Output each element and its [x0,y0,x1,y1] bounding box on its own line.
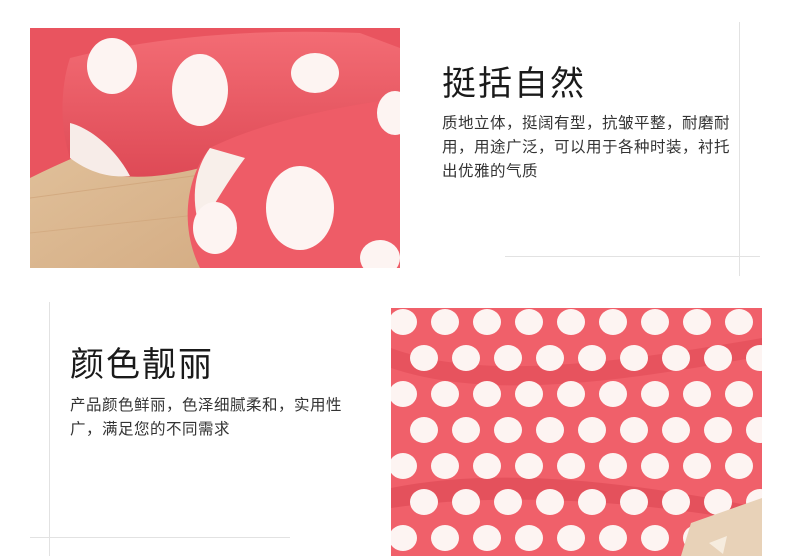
polka-dot [683,381,711,407]
polka-dot [641,309,669,335]
section-title-bright-color: 颜色靓丽 [70,345,214,385]
polka-dot [515,309,543,335]
polka-dot [557,381,585,407]
polka-dot [725,453,753,479]
decorative-divider-horizontal [505,256,760,257]
polka-dot [641,525,669,551]
polka-dot [515,381,543,407]
polka-dot [578,417,606,443]
polka-dot [473,453,501,479]
section-title-stiff-natural: 挺括自然 [442,64,586,104]
polka-dot [452,489,480,515]
polka-dot [473,525,501,551]
polka-dot [599,525,627,551]
polka-dot [452,345,480,371]
polka-dot [725,309,753,335]
polka-dot [599,381,627,407]
polka-dot [410,417,438,443]
polka-dot [620,417,648,443]
polka-dot [494,489,522,515]
polka-dot [410,489,438,515]
polka-dot [557,453,585,479]
polka-dot [494,345,522,371]
polka-dot [641,453,669,479]
polka-dot [599,309,627,335]
fabric-drape-photo [30,28,400,268]
polka-dot [662,345,690,371]
polka-dot [431,381,459,407]
fabric-closeup-photo [391,308,762,556]
polka-dot [557,309,585,335]
decorative-divider-vertical [49,302,50,556]
polka-dot [515,525,543,551]
polka-dot [494,417,522,443]
polka-dot [641,381,669,407]
polka-dot [431,453,459,479]
polka-dot [662,417,690,443]
polka-dot [578,345,606,371]
polka-dot [620,345,648,371]
polka-dot [662,489,690,515]
polka-dot [536,489,564,515]
polka-dot [410,345,438,371]
polka-dot [515,453,543,479]
polka-dot [725,381,753,407]
polka-dot [704,345,732,371]
polka-dot [536,345,564,371]
section-description-stiff-natural: 质地立体，挺阔有型，抗皱平整，耐磨耐用，用途广泛，可以用于各种时装，衬托出优雅的… [442,114,731,180]
polka-dot [620,489,648,515]
decorative-divider-vertical [739,22,740,276]
polka-dot [536,417,564,443]
polka-dot [473,381,501,407]
polka-dot [452,417,480,443]
polka-dot [431,309,459,335]
decorative-divider-horizontal [30,537,290,538]
section-description-bright-color: 产品颜色鲜丽，色泽细腻柔和，实用性广，满足您的不同需求 [70,396,343,438]
polka-dot [704,417,732,443]
polka-dot [431,525,459,551]
polka-dot [557,525,585,551]
polka-dot [599,453,627,479]
polka-dot [578,489,606,515]
polka-dot [473,309,501,335]
polka-dot [683,453,711,479]
polka-dot [683,309,711,335]
